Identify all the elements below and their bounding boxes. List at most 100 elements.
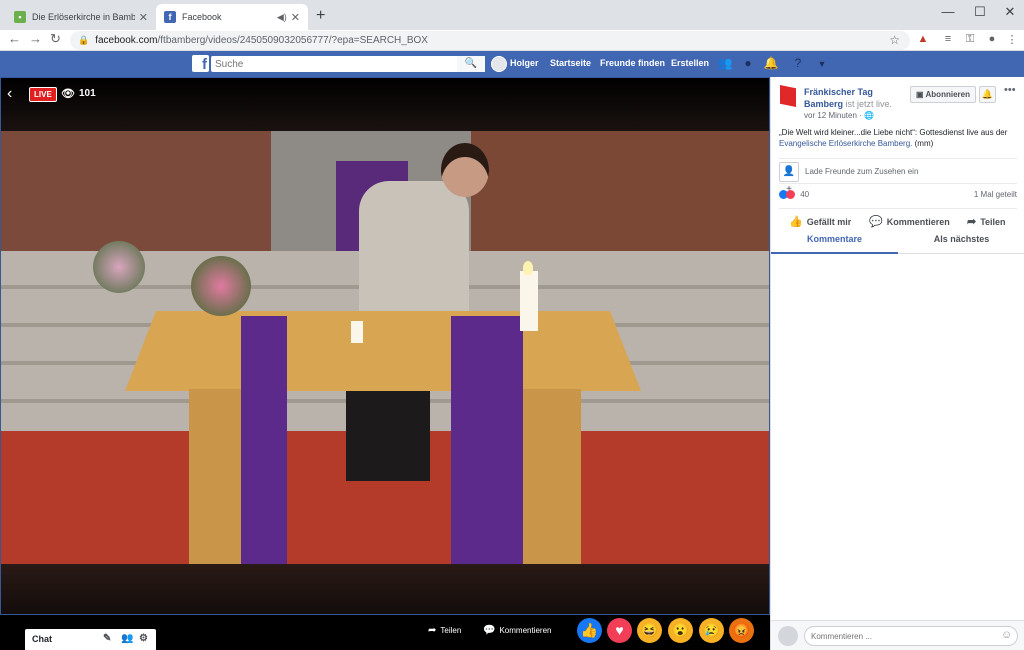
tab-close-icon[interactable]: ✕ [291,11,300,24]
nav-create[interactable]: Erstellen [671,58,709,68]
url-path: /ftbamberg/videos/2450509032056777/?epa=… [157,35,428,46]
tab-comments[interactable]: Kommentare [771,234,898,254]
lock-icon: 🔒 [78,35,90,45]
eye-icon: 👁 [61,88,75,100]
live-video-player[interactable]: ‹ LIVE 👁 101 [0,77,770,615]
live-status: ist jetzt live. [845,99,893,109]
reaction-wow-icon[interactable]: 😮 [668,618,693,643]
notifications-bell-icon[interactable]: 🔔 [763,56,779,70]
reaction-count[interactable]: 40 [800,190,809,199]
menu-icon[interactable]: ⋮ [1004,33,1020,46]
forward-icon[interactable]: → [29,31,42,46]
friend-requests-icon[interactable]: 👥 [717,56,733,70]
url-host: facebook.com [95,35,158,46]
emoji-icon[interactable]: ☺ [1001,629,1012,641]
comment-composer: ☺ [771,620,1024,650]
comment-button[interactable]: 💬 Kommentieren [483,625,551,636]
tab-close-icon[interactable]: ✕ [139,11,148,24]
share-label: Teilen [440,626,462,635]
tab-up-next[interactable]: Als nächstes [898,234,1024,254]
account-menu-chevron-down-icon[interactable]: ▼ [814,59,830,69]
chat-label: Chat [32,634,52,644]
page-logo[interactable] [780,85,796,107]
address-bar[interactable]: 🔒 facebook.com /ftbamberg/videos/2450509… [70,31,910,50]
more-options-icon[interactable]: ••• [1004,84,1016,96]
back-chevron-icon[interactable]: ‹ [7,85,12,103]
panel-tabs: Kommentare Als nächstes [771,230,1024,254]
globe-icon: 🌐 [864,111,875,120]
maximize-button[interactable]: ☐ [970,4,990,20]
post-description: „Die Welt wird kleiner...die Liebe nicht… [779,128,1008,148]
reaction-angry-icon[interactable]: 😡 [729,618,754,643]
subscribe-icon: ▣ [916,90,924,99]
comment-input[interactable] [804,626,1018,646]
share-arrow-icon: ➦ [967,216,977,228]
share-action-button[interactable]: ➦ Teilen [967,215,1006,228]
nav-home[interactable]: Startseite [550,58,591,68]
reaction-sad-icon[interactable]: 😢 [699,618,724,643]
notification-bell-icon[interactable]: 🔔 [979,86,996,103]
chat-bar[interactable]: Chat ✎ 👥 ⚙ [25,629,156,650]
viewer-count: 👁 101 [61,87,96,100]
help-icon[interactable]: ? [790,56,806,70]
reaction-love-icon[interactable]: ♥ [607,618,632,643]
nav-find-friends[interactable]: Freunde finden [600,58,665,68]
thumbs-up-icon: 👍 [789,216,803,228]
posted-time: vor 12 Minuten · 🌐 [804,111,875,120]
post-actions: 👍 Gefällt mir 💬 Kommentieren ➦ Teilen [779,208,1017,230]
search-input[interactable] [211,56,485,72]
reaction-haha-icon[interactable]: 😆 [637,618,662,643]
key-icon[interactable]: ⚿ [962,33,978,46]
profile-link[interactable]: Holger [510,58,539,68]
video-letterbox-top [1,78,769,131]
playlist-extension-icon[interactable]: ≡ [940,33,956,45]
contacts-icon[interactable]: 👥 [121,633,133,644]
video-side-panel: Fränkischer Tag Bamberg ist jetzt live. … [770,77,1024,650]
video-footer: Chat ✎ 👥 ⚙ ➦ Teilen 💬 Kommentieren 👍 ♥ 😆… [0,615,770,650]
invite-friends-label: Lade Freunde zum Zusehen ein [805,167,919,176]
share-button[interactable]: ➦ Teilen [428,625,461,636]
browser-tab-erloeserkirche[interactable]: ▪ Die Erlöserkirche in Bamberg ist ✕ [6,4,156,30]
like-button[interactable]: 👍 Gefällt mir [789,215,851,228]
video-letterbox-bottom [1,564,769,614]
site-favicon-icon: ▪ [14,11,26,23]
invite-friends-row[interactable]: 👤+ Lade Freunde zum Zusehen ein [779,158,1017,195]
live-badge: LIVE [29,87,57,102]
browser-tab-facebook[interactable]: f Facebook ◀) ✕ [156,4,308,30]
reaction-stats: 40 1 Mal geteilt [779,190,1017,202]
avatar[interactable] [491,56,507,72]
tab-title: Facebook [182,12,222,22]
speaker-icon[interactable]: ◀) [277,12,287,23]
compose-icon[interactable]: ✎ [103,633,111,644]
browser-tab-bar: ▪ Die Erlöserkirche in Bamberg ist ✕ f F… [0,0,1024,30]
new-tab-button[interactable]: + [316,7,325,25]
comment-bubble-icon: 💬 [483,625,496,636]
love-icon [786,190,795,200]
messenger-icon[interactable]: ● [740,56,756,70]
avatar [778,626,798,646]
back-icon[interactable]: ← [8,31,21,46]
share-count[interactable]: 1 Mal geteilt [974,190,1017,199]
reload-icon[interactable]: ↻ [50,31,61,47]
facebook-header: f 🔍 Holger Startseite Freunde finden Ers… [0,51,1024,77]
video-frame-church-altar [1,131,769,564]
viewer-count-value: 101 [78,88,96,99]
comment-bubble-icon: 💬 [869,216,883,228]
search-icon[interactable]: 🔍 [457,56,485,72]
close-window-button[interactable]: ✕ [1000,4,1020,20]
add-friend-icon[interactable]: 👤+ [779,162,799,195]
comment-action-button[interactable]: 💬 Kommentieren [869,215,950,228]
reaction-like-icon[interactable]: 👍 [577,618,602,643]
tab-title: Die Erlöserkirche in Bamberg ist [32,12,135,22]
facebook-favicon-icon: f [164,11,176,23]
description-link[interactable]: Evangelische Erlöserkirche Bamberg. [779,139,912,148]
pdf-extension-icon[interactable]: ▲ [915,33,931,45]
share-arrow-icon: ➦ [428,625,437,636]
profile-icon[interactable]: ● [984,33,1000,45]
gear-icon[interactable]: ⚙ [139,633,148,644]
bookmark-star-icon[interactable]: ☆ [889,33,900,47]
facebook-logo[interactable]: f [192,55,209,72]
subscribe-button[interactable]: ▣ Abonnieren [910,86,976,103]
browser-toolbar: ← → ↻ 🔒 facebook.com /ftbamberg/videos/2… [0,30,1024,51]
minimize-button[interactable]: — [938,4,958,19]
